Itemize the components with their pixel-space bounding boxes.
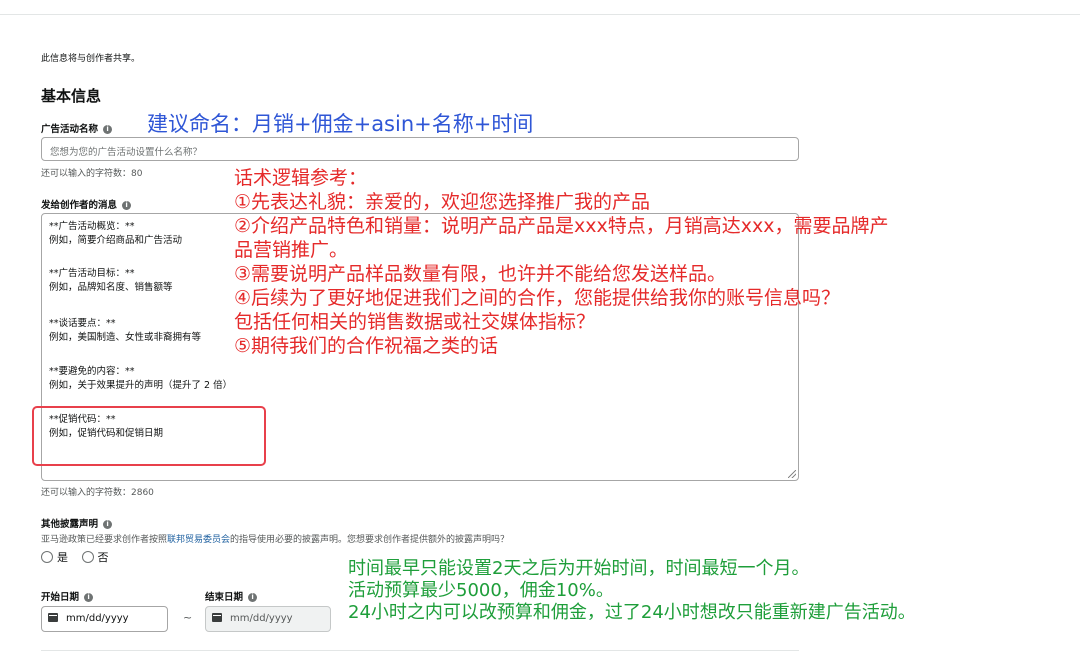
radio-yes-label: 是 xyxy=(57,551,68,564)
timing-annotation-line: 时间最早只能设置2天之后为开始时间，时间最短一个月。 xyxy=(348,558,810,579)
message-block-text: 例如，美国制造、女性或非裔拥有等 xyxy=(49,332,202,343)
script-annotation-line: ④后续为了更好地促进我们之间的合作，您能提供给我你的账号信息吗？ xyxy=(234,287,841,309)
script-annotation-line: 话术逻辑参考： xyxy=(234,167,368,189)
date-separator: ~ xyxy=(183,611,193,624)
top-divider xyxy=(0,14,1080,15)
script-annotation-line: 品营销推广。 xyxy=(234,239,349,261)
disclosure-desc-text: 亚马逊政策已经要求创作者按照 xyxy=(41,535,168,545)
end-date-placeholder: mm/dd/yyyy xyxy=(230,613,293,624)
timing-annotation-line: 活动预算最少5000，佣金10%。 xyxy=(348,580,614,601)
message-block-text: 例如，关于效果提升的声明（提升了 2 倍） xyxy=(49,380,233,391)
message-block-title: **广告活动概览：** xyxy=(49,221,135,232)
radio-circle-icon xyxy=(81,551,94,563)
share-notice: 此信息将与创作者共享。 xyxy=(41,54,141,64)
radio-circle-icon xyxy=(41,551,53,563)
info-icon[interactable]: i xyxy=(248,593,258,602)
script-annotation-line: ③需要说明产品样品数量有限，也许并不能给您发送样品。 xyxy=(234,263,727,285)
script-annotation-line: ②介绍产品特色和销量：说明产品产品是xxx特点，月销高达xxx，需要品牌产 xyxy=(234,215,889,237)
campaign-name-char-count: 还可以输入的字符数：80 xyxy=(41,169,143,179)
message-block: **要避免的内容：** 例如，关于效果提升的声明（提升了 2 倍） xyxy=(49,365,232,393)
timing-annotation-line: 24小时之内可以改预算和佣金，过了24小时想改只能重新建广告活动。 xyxy=(348,602,916,623)
script-annotation-line: 包括任何相关的销售数据或社交媒体指标？ xyxy=(234,311,596,333)
message-label-text: 发给创作者的消息 xyxy=(41,200,118,211)
message-block-title: **谈话要点：** xyxy=(49,318,116,329)
script-annotation-line: ⑤期待我们的合作祝福之类的话 xyxy=(234,335,499,357)
calendar-icon xyxy=(48,613,58,622)
info-icon[interactable]: i xyxy=(84,593,94,602)
end-date-label-text: 结束日期 xyxy=(205,592,244,603)
start-date-input[interactable]: mm/dd/yyyy xyxy=(41,606,168,632)
campaign-name-input[interactable]: 您想为您的广告活动设置什么名称？ xyxy=(41,137,799,161)
message-block-title: **要避免的内容：** xyxy=(49,366,135,377)
script-annotation-line: ①先表达礼貌：亲爱的，欢迎您选择推广我的产品 xyxy=(234,191,651,213)
calendar-icon xyxy=(212,613,222,622)
disclosure-options: 是 否 xyxy=(41,549,109,565)
radio-no[interactable]: 否 xyxy=(81,551,109,564)
disclosure-label-text: 其他披露声明 xyxy=(41,519,99,530)
ftc-link[interactable]: 联邦贸易委员会 xyxy=(167,535,230,545)
disclosure-desc-text: 的指导使用必要的披露声明。您想要求创作者提供额外的披露声明吗？ xyxy=(230,535,510,545)
message-block-text: 例如，简要介绍商品和广告活动 xyxy=(49,235,183,246)
timing-annotation: 时间最早只能设置2天之后为开始时间，时间最短一个月。 活动预算最少5000，佣金… xyxy=(348,558,916,624)
end-date-input[interactable]: mm/dd/yyyy xyxy=(205,606,331,632)
message-block-text: 例如，品牌知名度、销售额等 xyxy=(49,282,173,293)
disclosure-description: 亚马逊政策已经要求创作者按照联邦贸易委员会的指导使用必要的披露声明。您想要求创作… xyxy=(41,532,509,545)
message-char-count: 还可以输入的字符数：2860 xyxy=(41,488,154,498)
message-block: **谈话要点：** 例如，美国制造、女性或非裔拥有等 xyxy=(49,317,201,345)
bottom-divider xyxy=(41,650,799,651)
disclosure-label: 其他披露声明 i xyxy=(41,516,113,530)
radio-no-label: 否 xyxy=(97,551,109,564)
radio-yes[interactable]: 是 xyxy=(41,551,68,564)
end-date-label: 结束日期 i xyxy=(205,589,258,603)
start-date-label-text: 开始日期 xyxy=(41,592,80,603)
info-icon[interactable]: i xyxy=(103,520,113,529)
info-icon[interactable]: i xyxy=(122,201,132,210)
message-block: **广告活动概览：** 例如，简要介绍商品和广告活动 xyxy=(49,220,182,248)
message-label: 发给创作者的消息 i xyxy=(41,197,132,211)
campaign-name-placeholder: 您想为您的广告活动设置什么名称？ xyxy=(50,147,203,158)
message-block-title: **广告活动目标：** xyxy=(49,268,135,279)
naming-annotation: 建议命名：月销+佣金+asin+名称+时间 xyxy=(147,112,534,136)
campaign-name-label-text: 广告活动名称 xyxy=(41,124,99,135)
message-block: **广告活动目标：** 例如，品牌知名度、销售额等 xyxy=(49,267,173,295)
resize-handle[interactable] xyxy=(788,470,796,478)
start-date-placeholder: mm/dd/yyyy xyxy=(66,613,129,624)
script-annotation: 话术逻辑参考： ①先表达礼貌：亲爱的，欢迎您选择推广我的产品 ②介绍产品特色和销… xyxy=(234,166,889,358)
start-date-label: 开始日期 i xyxy=(41,589,94,603)
campaign-name-label: 广告活动名称 i xyxy=(41,121,113,135)
section-heading: 基本信息 xyxy=(41,87,102,105)
promo-code-highlight xyxy=(32,406,266,466)
info-icon[interactable]: i xyxy=(103,125,113,134)
